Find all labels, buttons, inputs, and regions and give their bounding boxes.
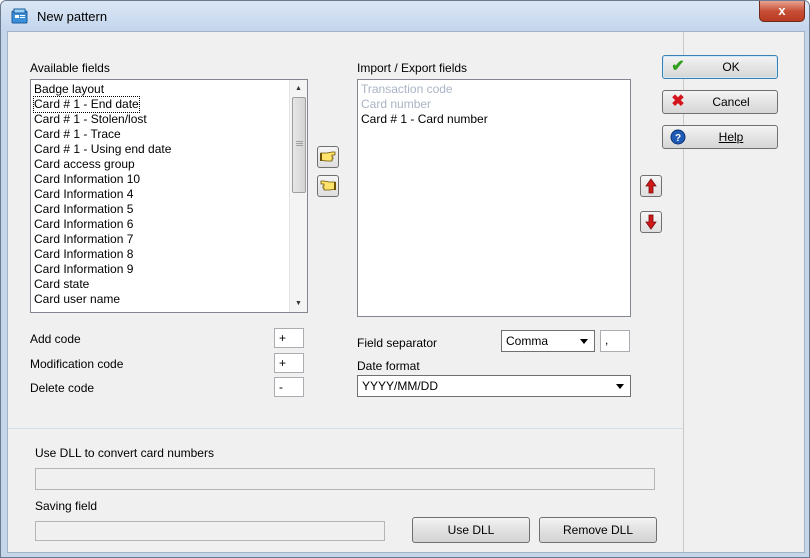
chevron-down-icon [616,384,624,389]
date-format-select[interactable]: YYYY/MM/DD [357,375,631,397]
title-bar[interactable]: New pattern x [1,1,809,31]
help-label: Help [689,130,773,144]
close-button[interactable]: x [759,1,805,22]
field-separator-select[interactable]: Comma [501,330,595,352]
help-button[interactable]: ? Help [662,125,778,149]
svg-text:?: ? [675,133,681,144]
cancel-label: Cancel [712,95,750,109]
import-export-fields-list[interactable]: Transaction code Card number Card # 1 - Ca… [357,79,631,317]
help-icon: ? [669,128,687,146]
available-field-item[interactable]: Card access group [34,157,135,172]
cancel-button[interactable]: ✖ Cancel [662,90,778,114]
delete-code-input[interactable]: - [274,377,304,397]
available-field-item[interactable]: Card Information 7 [34,232,133,247]
help-label-text: Help [718,130,744,144]
add-code-input[interactable]: + [274,328,304,348]
saving-field-input [35,521,385,541]
checkmark-icon: ✔ [671,58,685,75]
available-field-item[interactable]: Card Information 10 [34,172,140,187]
remove-dll-button[interactable]: Remove DLL [539,517,657,543]
available-field-item[interactable]: Card Information 6 [34,217,133,232]
remove-field-button[interactable] [317,175,339,197]
available-field-item[interactable]: Card Information 8 [34,247,133,262]
available-field-item[interactable]: Card # 1 - Using end date [34,142,171,157]
move-up-button[interactable] [640,175,662,197]
ok-button[interactable]: ✔ OK [662,55,778,79]
available-field-item[interactable]: Card user name [34,292,120,307]
scroll-thumb[interactable]: — — — [292,97,306,193]
use-dll-label: Use DLL to convert card numbers [35,446,214,460]
close-icon: x [778,3,786,18]
window-title: New pattern [37,9,108,24]
available-field-item[interactable]: Badge layout [34,82,104,97]
pointing-hand-right-icon [320,151,336,162]
move-down-button[interactable] [640,211,662,233]
date-format-label: Date format [357,359,420,373]
import-export-field-item[interactable]: Transaction code [361,82,453,97]
cancel-x-icon: ✖ [671,93,685,110]
scroll-up-icon[interactable]: ▲ [290,80,307,97]
modification-code-label: Modification code [30,357,124,371]
available-field-item[interactable]: Card # 1 - Trace [34,127,121,142]
date-format-value: YYYY/MM/DD [362,379,439,393]
available-field-item[interactable]: Card # 1 - End date [33,96,140,113]
modification-code-input[interactable]: + [274,353,304,373]
available-field-item[interactable]: Card Information 9 [34,262,133,277]
ok-label: OK [722,60,740,74]
arrow-up-icon [645,178,657,194]
field-separator-value: Comma [506,334,549,348]
use-dll-button[interactable]: Use DLL [412,517,530,543]
dll-path-field [35,468,655,490]
import-export-field-item[interactable]: Card number [361,97,431,112]
delete-code-label: Delete code [30,381,95,395]
available-fields-label: Available fields [30,61,110,75]
dialog-window: New pattern x Available fields Badge lay… [0,0,810,558]
scroll-down-icon[interactable]: ▼ [290,295,307,312]
add-field-button[interactable] [317,146,339,168]
arrow-down-icon [645,214,657,230]
available-field-item[interactable]: Card # 1 - Stolen/lost [34,112,147,127]
dialog-body: Available fields Badge layout Card # 1 - … [7,31,805,553]
saving-field-label: Saving field [35,499,98,513]
dll-panel: Use DLL to convert card numbers Saving f… [8,428,683,552]
field-separator-label: Field separator [357,336,438,350]
app-icon [11,8,29,24]
add-code-label: Add code [30,332,81,346]
available-field-item[interactable]: Card Information 4 [34,187,133,202]
available-fields-scrollbar[interactable]: ▲ — — — ▼ [289,80,307,312]
available-fields-list[interactable]: Badge layout Card # 1 - End date Card # 1 … [30,79,308,313]
chevron-down-icon [580,339,588,344]
import-export-fields-label: Import / Export fields [357,61,468,75]
available-field-item[interactable]: Card Information 5 [34,202,133,217]
pointing-hand-left-icon [320,180,336,191]
available-field-item[interactable]: Card state [34,277,89,292]
separator-char-input[interactable]: , [600,330,630,352]
import-export-field-item[interactable]: Card # 1 - Card number [361,112,488,127]
